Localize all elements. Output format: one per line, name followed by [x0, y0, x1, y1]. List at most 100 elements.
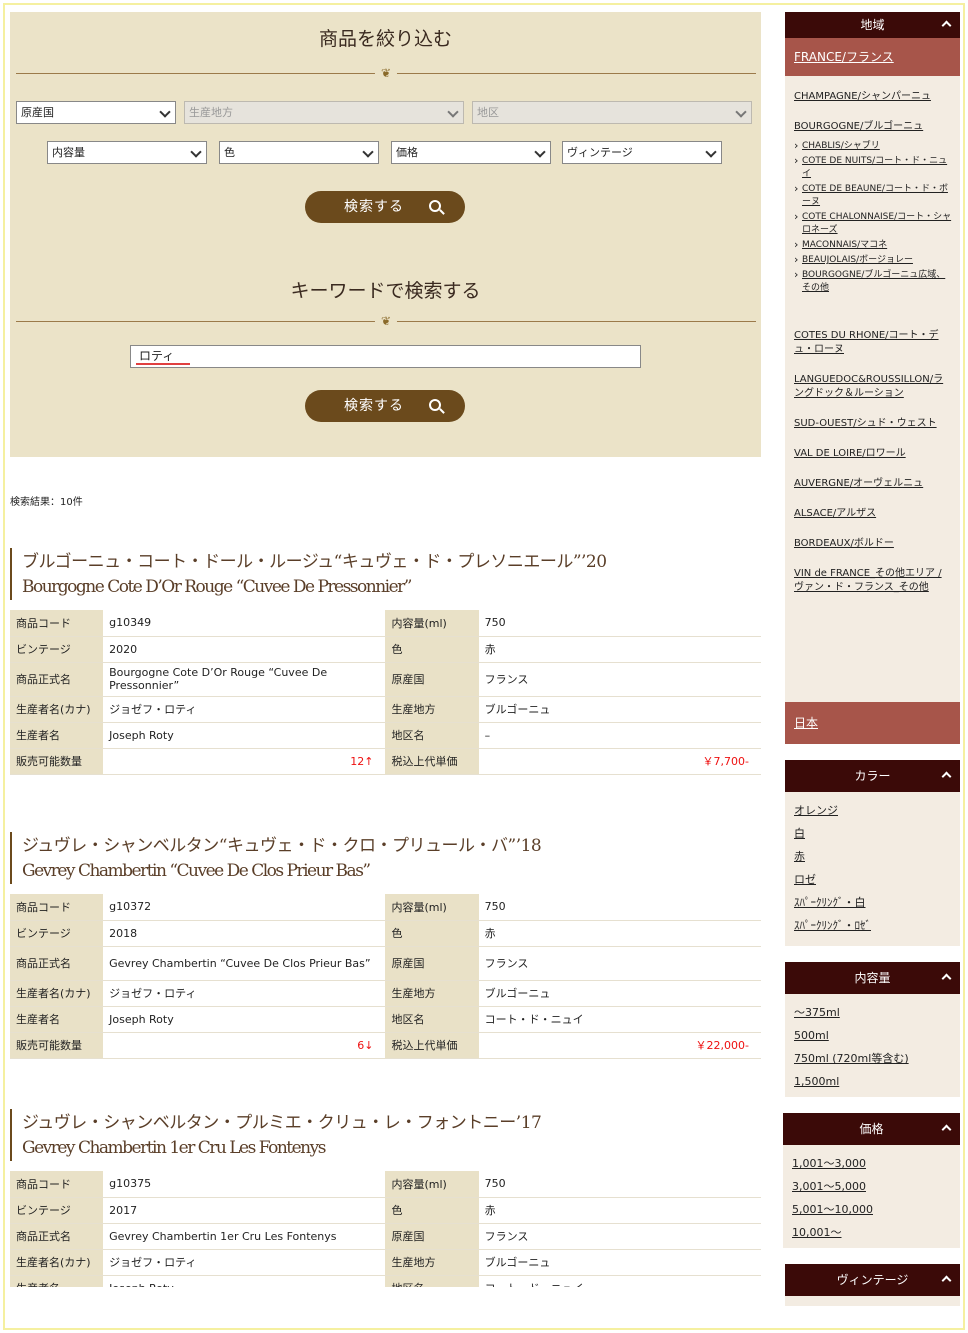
price-5001-10000[interactable]: 5,001～10,000: [792, 1203, 951, 1217]
price-select[interactable]: 価格: [391, 141, 551, 164]
volume-500[interactable]: 500ml: [794, 1029, 951, 1043]
label-color: 色: [385, 636, 479, 663]
product-spec-table: 商品コード g10349 内容量(ml) 750 ビンテージ 2020 色 赤 …: [10, 610, 761, 775]
volume-select-value: 内容量: [52, 146, 85, 159]
product-card: ジュヴレ・シャンベルタン“キュヴェ・ド・クロ・プリュール・バ”’18 Gevre…: [10, 832, 761, 1059]
region-section-header[interactable]: 地域: [785, 12, 960, 38]
chevron-up-icon: [941, 771, 952, 782]
label-formal-name: 商品正式名: [10, 1223, 104, 1250]
sidebar-subitem-cote-de-nuits[interactable]: COTE DE NUITS/コート・ド・ニュイ: [794, 154, 952, 181]
sidebar-subitem-bourgogne-other[interactable]: BOURGOGNE/ブルゴーニュ広域、その他: [794, 268, 952, 295]
value-region: ブルゴーニュ: [478, 696, 761, 723]
table-row: 生産者名 Joseph Roty 地区名 コート・ド・ニュイ: [10, 1006, 761, 1033]
table-row: 商品コード g10375 内容量(ml) 750: [10, 1171, 761, 1198]
color-select[interactable]: 色: [219, 141, 379, 164]
sidebar-item-sud-ouest[interactable]: SUD-OUEST/シュド・ウェスト: [794, 417, 952, 431]
sidebar-item-rhone[interactable]: COTES DU RHONE/コート・デュ・ローヌ: [794, 329, 952, 357]
label-stock: 販売可能数量: [10, 1032, 104, 1059]
divider: ❦: [16, 313, 756, 329]
sidebar-subitem-cote-chalonnaise[interactable]: COTE CHALONNAISE/コート・シャロネーズ: [794, 210, 952, 237]
sidebar-subitem-beaujolais[interactable]: BEAUJOLAIS/ボージョレー: [794, 253, 952, 267]
value-code: g10349: [103, 610, 386, 637]
vintage-section: [785, 1296, 960, 1306]
country-select[interactable]: 原産国: [16, 101, 176, 124]
label-price: 税込上代単価: [385, 748, 479, 775]
product-title-jp: ジュヴレ・シャンベルタン“キュヴェ・ド・クロ・プリュール・バ”’18: [22, 836, 542, 856]
sidebar-item-champagne[interactable]: CHAMPAGNE/シャンパーニュ: [794, 90, 952, 104]
sidebar-item-languedoc[interactable]: LANGUEDOC&ROUSSILLON/ラングドック＆ルーション: [794, 373, 952, 401]
label-code: 商品コード: [10, 894, 104, 921]
chevron-down-icon: [447, 106, 459, 118]
table-row: 生産者名(カナ) ジョゼフ・ロティ 生産地方 ブルゴーニュ: [10, 1249, 761, 1276]
vintage-section-header[interactable]: ヴィンテージ: [785, 1264, 960, 1296]
label-district: 地区名: [385, 1006, 479, 1033]
sidebar-item-alsace[interactable]: ALSACE/アルザス: [794, 507, 952, 521]
price-1001-3000[interactable]: 1,001～3,000: [792, 1157, 951, 1171]
product-title-jp: ブルゴーニュ・コート・ドール・ルージュ“キュヴェ・ド・プレソニエール”’20: [22, 552, 607, 572]
volume-750[interactable]: 750ml (720ml等含む): [794, 1052, 951, 1066]
chevron-down-icon: [159, 106, 171, 118]
chevron-up-icon: [941, 1124, 952, 1135]
color-section-header[interactable]: カラー: [785, 760, 960, 792]
value-formal-name: Gevrey Chambertin “Cuvee De Clos Prieur …: [103, 946, 386, 981]
region-section-title: 地域: [860, 18, 885, 32]
product-title[interactable]: ジュヴレ・シャンベルタン“キュヴェ・ド・クロ・プリュール・バ”’18 Gevre…: [10, 832, 761, 884]
volume-section: ～375ml 500ml 750ml (720ml等含む) 1,500ml: [785, 994, 960, 1097]
product-title[interactable]: ブルゴーニュ・コート・ドール・ルージュ“キュヴェ・ド・プレソニエール”’20 B…: [10, 548, 761, 600]
sidebar-item-france[interactable]: FRANCE/フランス: [785, 38, 960, 76]
value-stock: 6↓: [103, 1032, 386, 1059]
table-row: 生産者名 Joseph Roty 地区名 コート・ド・ニュイ: [10, 1275, 761, 1287]
value-producer-kana: ジョゼフ・ロティ: [103, 696, 386, 723]
color-white[interactable]: 白: [794, 827, 951, 841]
product-spec-table: 商品コード g10375 内容量(ml) 750 ビンテージ 2017 色 赤 …: [10, 1171, 761, 1287]
color-rose[interactable]: ロゼ: [794, 873, 951, 887]
volume-375[interactable]: ～375ml: [794, 1006, 951, 1020]
sidebar-subitem-maconnais[interactable]: MACONNAIS/マコネ: [794, 238, 952, 252]
volume-select[interactable]: 内容量: [47, 141, 207, 164]
chevron-up-icon: [941, 973, 952, 984]
color-sparkling-white[interactable]: ｽﾊﾟｰｸﾘﾝｸﾞ・白: [794, 896, 951, 910]
product-title[interactable]: ジュヴレ・シャンベルタン・プルミエ・クリュ・レ・フォントニー’17 Gevrey…: [10, 1109, 761, 1161]
volume-1500[interactable]: 1,500ml: [794, 1075, 951, 1089]
table-row: ビンテージ 2017 色 赤: [10, 1197, 761, 1224]
color-orange[interactable]: オレンジ: [794, 804, 951, 818]
volume-section-header[interactable]: 内容量: [785, 962, 960, 994]
sidebar-item-auvergne[interactable]: AUVERGNE/オーヴェルニュ: [794, 477, 952, 491]
country-select-value: 原産国: [21, 106, 54, 119]
vintage-select[interactable]: ヴィンテージ: [562, 141, 722, 164]
chevron-down-icon: [362, 146, 374, 158]
region-select-value: 生産地方: [189, 106, 233, 119]
value-price: ￥7,700-: [478, 748, 761, 775]
sidebar-item-bordeaux[interactable]: BORDEAUX/ボルドー: [794, 537, 952, 551]
value-color: 赤: [478, 1197, 761, 1224]
sidebar-subitem-chablis[interactable]: CHABLIS/シャブリ: [794, 139, 952, 153]
sidebar-item-loire[interactable]: VAL DE LOIRE/ロワール: [794, 447, 952, 461]
district-select[interactable]: 地区: [472, 101, 752, 124]
keyword-input[interactable]: ロティ: [130, 345, 641, 368]
chevron-up-icon: [941, 20, 952, 31]
price-3001-5000[interactable]: 3,001～5,000: [792, 1180, 951, 1194]
price-10001-plus[interactable]: 10,001～: [792, 1226, 951, 1240]
table-row: 販売可能数量 6↓ 税込上代単価 ￥22,000-: [10, 1032, 761, 1059]
search-icon: [429, 399, 441, 411]
sidebar-item-japan[interactable]: 日本: [785, 702, 960, 744]
color-sparkling-rose[interactable]: ｽﾊﾟｰｸﾘﾝｸﾞ・ﾛｾﾞ: [794, 919, 951, 933]
value-country: フランス: [478, 662, 761, 697]
label-volume: 内容量(ml): [385, 610, 479, 637]
keyword-search-button[interactable]: 検索する: [305, 390, 465, 422]
table-row: 生産者名 Joseph Roty 地区名 –: [10, 722, 761, 749]
sidebar-item-vin-de-france[interactable]: VIN de FRANCE_その他エリア / ヴァン・ド・フランス_その他: [794, 567, 952, 595]
price-section-header[interactable]: 価格: [783, 1113, 960, 1145]
color-red[interactable]: 赤: [794, 850, 951, 864]
color-section-title: カラー: [854, 769, 891, 783]
table-row: 販売可能数量 12↑ 税込上代単価 ￥7,700-: [10, 748, 761, 775]
sidebar-item-bourgogne[interactable]: BOURGOGNE/ブルゴーニュ: [794, 120, 952, 134]
label-producer: 生産者名: [10, 1275, 104, 1287]
sidebar-subitem-cote-de-beaune[interactable]: COTE DE BEAUNE/コート・ド・ボーヌ: [794, 182, 952, 209]
product-card: ジュヴレ・シャンベルタン・プルミエ・クリュ・レ・フォントニー’17 Gevrey…: [10, 1109, 761, 1287]
region-select[interactable]: 生産地方: [184, 101, 464, 124]
label-district: 地区名: [385, 1275, 479, 1287]
filter-title: 商品を絞り込む: [318, 28, 452, 50]
filter-search-button[interactable]: 検索する: [305, 191, 465, 223]
table-row: ビンテージ 2018 色 赤: [10, 920, 761, 947]
